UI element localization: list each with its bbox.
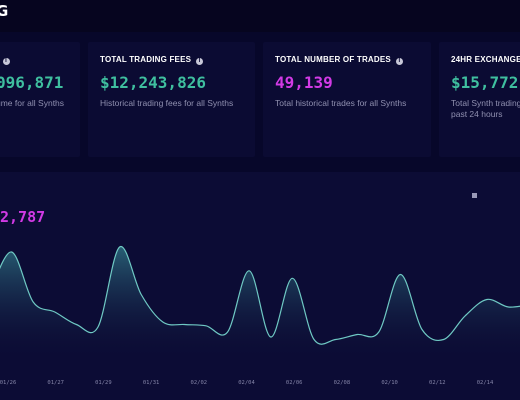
info-icon[interactable]: i: [395, 58, 403, 65]
top-bar: G: [0, 0, 520, 32]
card-title: TOTAL NUMBER OF TRADES i: [275, 55, 403, 65]
total-trading-fees-card: TOTAL TRADING FEES i $12,243,826 Historic…: [88, 42, 255, 157]
info-icon[interactable]: i: [2, 58, 10, 65]
logo: G: [0, 2, 10, 20]
card-value: 096,871: [0, 73, 64, 92]
total-number-of-trades-card: TOTAL NUMBER OF TRADES i 49,139 Total his…: [263, 42, 431, 157]
total-volume-card: Ei 096,871 ume for all Synths: [0, 42, 80, 157]
exchange-volume-24hr-card: 24HR EXCHANGE VOL $15,772 Total Synth tr…: [439, 42, 520, 157]
card-value: $15,772: [451, 73, 519, 92]
x-tick-label: 02/14: [477, 380, 494, 386]
card-description: ume for all Synths: [0, 98, 65, 108]
x-tick-label: 02/06: [286, 380, 303, 386]
x-tick-label: 01/27: [47, 380, 64, 386]
info-icon[interactable]: i: [196, 58, 204, 65]
card-title: TOTAL TRADING FEES i: [100, 55, 204, 65]
card-description: Historical trading fees for all Synths: [100, 98, 234, 108]
card-description: Total historical trades for all Synths: [275, 98, 407, 108]
x-tick-label: 02/08: [334, 380, 351, 386]
x-tick-label: 01/29: [95, 380, 112, 386]
chart-panel: 2,787 01/26 01/27 01/29 01/31 02/02 02/04 02/0…: [0, 172, 520, 400]
area-chart: 01/26 01/27 01/29 01/31 02/02 02/04 02/06 02/08…: [0, 246, 520, 386]
x-tick-label: 01/31: [143, 380, 160, 386]
card-value: 49,139: [275, 73, 333, 92]
x-tick-label: 02/04: [238, 380, 255, 386]
x-tick-label: 02/02: [191, 380, 208, 386]
x-tick-label: 02/12: [429, 380, 446, 386]
card-title: 24HR EXCHANGE VOL: [451, 55, 520, 64]
card-description: Total Synth trading past 24 hours: [451, 98, 520, 119]
card-value: $12,243,826: [100, 73, 206, 92]
x-tick-label: 01/26: [0, 380, 16, 386]
card-title: Ei: [0, 55, 10, 65]
x-tick-label: 02/10: [381, 380, 398, 386]
